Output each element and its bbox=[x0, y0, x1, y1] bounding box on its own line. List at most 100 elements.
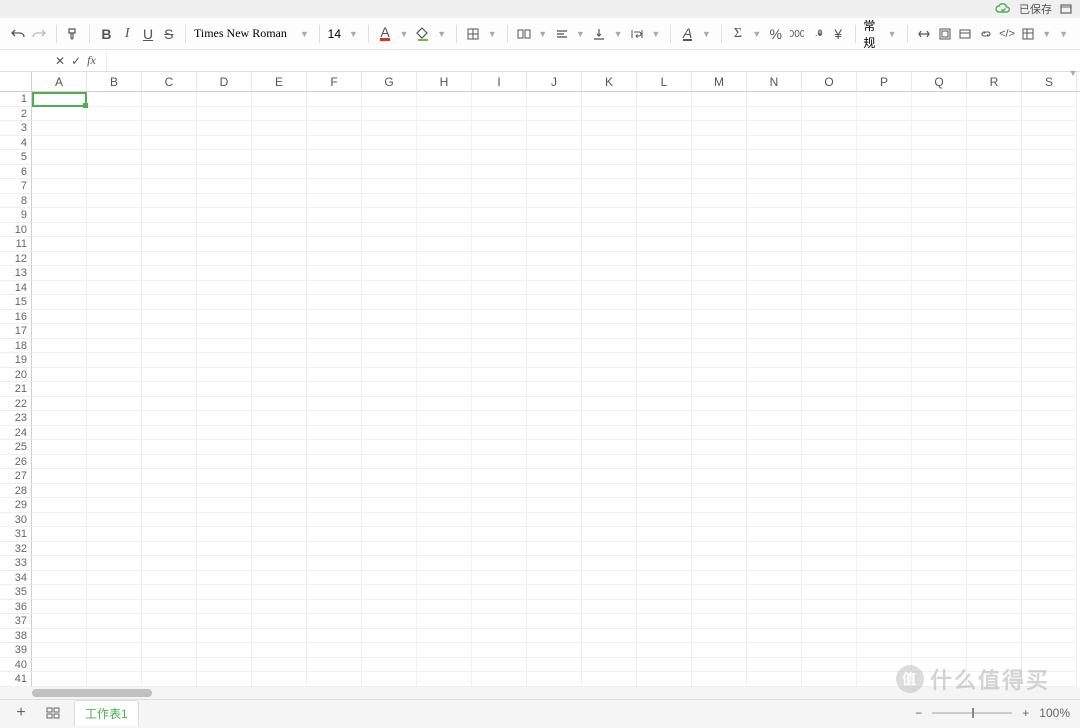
cell[interactable] bbox=[857, 571, 912, 586]
cell[interactable] bbox=[252, 571, 307, 586]
cell[interactable] bbox=[527, 310, 582, 325]
cell[interactable] bbox=[967, 440, 1022, 455]
cell[interactable] bbox=[582, 556, 637, 571]
cell[interactable] bbox=[142, 339, 197, 354]
cell[interactable] bbox=[417, 92, 472, 107]
column-header[interactable]: N bbox=[747, 72, 802, 91]
cell[interactable] bbox=[582, 223, 637, 238]
cell[interactable] bbox=[87, 527, 142, 542]
cell[interactable] bbox=[472, 295, 527, 310]
italic-button[interactable]: I bbox=[119, 23, 136, 45]
column-header[interactable]: C bbox=[142, 72, 197, 91]
cell[interactable] bbox=[967, 513, 1022, 528]
cell[interactable] bbox=[87, 281, 142, 296]
cell[interactable] bbox=[747, 324, 802, 339]
cell[interactable] bbox=[967, 353, 1022, 368]
cell[interactable] bbox=[1022, 643, 1077, 658]
cell[interactable] bbox=[142, 382, 197, 397]
cell[interactable] bbox=[692, 165, 747, 180]
cell[interactable] bbox=[967, 382, 1022, 397]
column-header[interactable]: H bbox=[417, 72, 472, 91]
cell[interactable] bbox=[582, 672, 637, 687]
cell[interactable] bbox=[1022, 411, 1077, 426]
cell[interactable] bbox=[1022, 179, 1077, 194]
cell[interactable] bbox=[802, 208, 857, 223]
cell[interactable] bbox=[582, 165, 637, 180]
row-header[interactable]: 35 bbox=[0, 585, 32, 600]
cell[interactable] bbox=[967, 455, 1022, 470]
cell[interactable] bbox=[142, 426, 197, 441]
cell[interactable] bbox=[362, 527, 417, 542]
cell[interactable] bbox=[692, 513, 747, 528]
cell[interactable] bbox=[1022, 513, 1077, 528]
cell[interactable] bbox=[472, 542, 527, 557]
select-all-corner[interactable] bbox=[0, 72, 32, 91]
cell[interactable] bbox=[1022, 252, 1077, 267]
cell[interactable] bbox=[692, 469, 747, 484]
cell[interactable] bbox=[802, 556, 857, 571]
cell[interactable] bbox=[582, 92, 637, 107]
cell[interactable] bbox=[582, 121, 637, 136]
cell[interactable] bbox=[747, 614, 802, 629]
cell[interactable] bbox=[252, 92, 307, 107]
cell[interactable] bbox=[967, 498, 1022, 513]
cell[interactable] bbox=[32, 368, 87, 383]
format-painter-button[interactable] bbox=[64, 23, 81, 45]
cell[interactable] bbox=[527, 223, 582, 238]
cell[interactable] bbox=[417, 426, 472, 441]
fullscreen-icon[interactable] bbox=[1060, 3, 1072, 15]
sheet-list-button[interactable] bbox=[42, 702, 64, 724]
cell[interactable] bbox=[252, 614, 307, 629]
cell[interactable] bbox=[87, 252, 142, 267]
cell[interactable] bbox=[472, 310, 527, 325]
cell[interactable] bbox=[417, 324, 472, 339]
cell[interactable] bbox=[857, 353, 912, 368]
cell[interactable] bbox=[637, 382, 692, 397]
cell[interactable] bbox=[472, 600, 527, 615]
cell[interactable] bbox=[967, 121, 1022, 136]
cell[interactable] bbox=[1022, 469, 1077, 484]
cell[interactable] bbox=[802, 498, 857, 513]
cell[interactable] bbox=[362, 426, 417, 441]
cell[interactable] bbox=[87, 440, 142, 455]
cell[interactable] bbox=[527, 585, 582, 600]
cell[interactable] bbox=[307, 208, 362, 223]
cell[interactable] bbox=[142, 469, 197, 484]
cell[interactable] bbox=[87, 310, 142, 325]
cell[interactable] bbox=[252, 411, 307, 426]
cell[interactable] bbox=[802, 629, 857, 644]
cell[interactable] bbox=[197, 397, 252, 412]
cell[interactable] bbox=[857, 600, 912, 615]
cell[interactable] bbox=[362, 324, 417, 339]
cell[interactable] bbox=[32, 92, 87, 107]
cell[interactable] bbox=[197, 614, 252, 629]
cell[interactable] bbox=[802, 121, 857, 136]
cell[interactable] bbox=[1022, 165, 1077, 180]
cell[interactable] bbox=[637, 397, 692, 412]
cell[interactable] bbox=[142, 440, 197, 455]
cell[interactable] bbox=[637, 455, 692, 470]
cell[interactable] bbox=[87, 426, 142, 441]
font-family-select[interactable]: Times New Roman bbox=[194, 26, 294, 41]
cell[interactable] bbox=[472, 571, 527, 586]
row-header[interactable]: 30 bbox=[0, 513, 32, 528]
zoom-out-button[interactable]: − bbox=[915, 706, 922, 720]
cell[interactable] bbox=[857, 252, 912, 267]
cell[interactable] bbox=[417, 629, 472, 644]
cell[interactable] bbox=[252, 107, 307, 122]
cell[interactable] bbox=[912, 440, 967, 455]
cell[interactable] bbox=[802, 150, 857, 165]
cell[interactable] bbox=[197, 498, 252, 513]
cell[interactable] bbox=[912, 179, 967, 194]
strikethrough-button[interactable]: S bbox=[160, 23, 177, 45]
cell[interactable] bbox=[197, 281, 252, 296]
column-header[interactable]: G bbox=[362, 72, 417, 91]
cell[interactable] bbox=[527, 629, 582, 644]
cell[interactable] bbox=[32, 266, 87, 281]
cell[interactable] bbox=[252, 136, 307, 151]
cell[interactable] bbox=[582, 542, 637, 557]
row-header[interactable]: 7 bbox=[0, 179, 32, 194]
cell[interactable] bbox=[747, 194, 802, 209]
cell[interactable] bbox=[362, 585, 417, 600]
row-header[interactable]: 33 bbox=[0, 556, 32, 571]
